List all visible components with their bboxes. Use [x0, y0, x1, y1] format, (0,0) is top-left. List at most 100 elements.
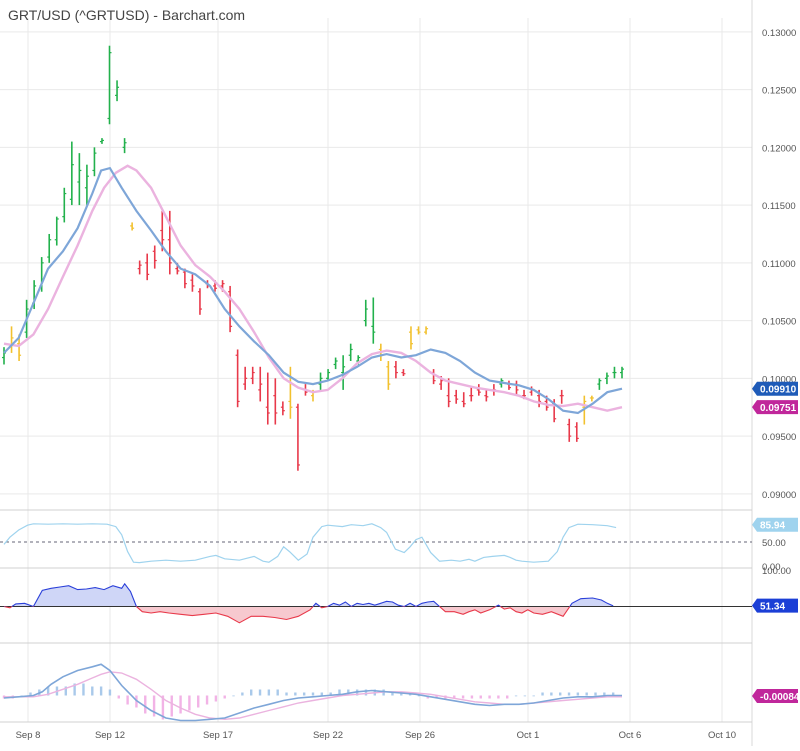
- macd-hist-bar: [152, 695, 156, 717]
- rsi-badge: 51.34: [752, 598, 798, 613]
- macd-hist-bar: [479, 695, 482, 699]
- ohlc-bar: [9, 326, 14, 353]
- x-tick-label: Sep 17: [203, 730, 233, 741]
- ohlc-bar: [250, 366, 255, 385]
- macd-hist-bar: [559, 692, 562, 696]
- ma-slow-line: [3, 164, 623, 412]
- macd-hist-bar: [82, 683, 85, 696]
- ohlc-bar: [265, 372, 270, 425]
- ohlc-bar: [333, 357, 338, 370]
- ohlc-bar: [69, 141, 74, 206]
- macd-hist-bar: [267, 689, 271, 696]
- ohlc-bar: [122, 138, 127, 154]
- ohlc-bar: [228, 285, 233, 333]
- macd-hist-bar: [488, 695, 491, 699]
- ohlc-bar: [280, 401, 285, 416]
- price-tick-label: 0.09500: [762, 432, 796, 443]
- price-tick-label: 0.12000: [762, 143, 796, 154]
- stoch-badge-text: 85.94: [760, 521, 785, 532]
- ohlc-bar: [115, 80, 120, 102]
- macd-hist-bar: [91, 686, 94, 696]
- x-tick-label: Sep 22: [313, 730, 343, 741]
- macd-hist-bar: [567, 692, 571, 696]
- ohlc-bar: [597, 378, 602, 390]
- ohlc-bar: [273, 378, 278, 425]
- x-tick-label: Oct 6: [619, 730, 642, 741]
- ohlc-bar: [469, 387, 474, 402]
- macd-hist-bar: [594, 692, 597, 696]
- macd-hist-bar: [523, 695, 527, 697]
- ohlc-bar: [484, 389, 489, 402]
- ohlc-bar: [401, 369, 406, 377]
- ohlc-bar: [348, 343, 353, 362]
- ohlc-bar: [408, 326, 413, 350]
- ohlc-bar: [190, 274, 195, 292]
- ohlc-bar: [47, 233, 52, 263]
- macd-hist-bar: [108, 689, 112, 696]
- macd-hist-bar: [241, 692, 244, 696]
- chart-svg[interactable]: 0.13000 0.12500 0.12000 0.11500 0.11000 0.105…: [0, 0, 800, 746]
- macd-hist-bar: [576, 692, 580, 696]
- x-tick-label: Sep 12: [95, 730, 125, 741]
- ohlc-bar: [424, 326, 429, 335]
- macd-hist-bar: [99, 686, 103, 696]
- x-tick-label: Sep 8: [16, 730, 41, 741]
- rsi-fill-above: [4, 583, 614, 607]
- ohlc-bar: [476, 384, 481, 396]
- macd-hist-bar: [302, 692, 306, 696]
- macd-line: [3, 663, 622, 722]
- macd-hist-bar: [179, 695, 182, 714]
- macd-hist-bar: [497, 695, 500, 699]
- rsi-badge-text: 51.34: [760, 602, 785, 613]
- ohlc-bar: [197, 288, 202, 315]
- macd-hist-bar: [170, 695, 173, 717]
- macd-hist-bar: [250, 689, 253, 696]
- macd-hist-bar: [550, 692, 553, 696]
- ohlc-bar: [54, 216, 59, 246]
- chart-root: GRT/USD (^GRTUSD) - Barchart.com 0.13000…: [0, 0, 800, 746]
- macd-hist-bar: [532, 695, 535, 697]
- macd-hist-bar: [285, 692, 288, 696]
- macd-hist-bar: [311, 692, 315, 696]
- ohlc-bar: [258, 366, 263, 402]
- macd-hist-bar: [232, 695, 235, 697]
- ohlc-bar: [567, 418, 572, 442]
- ohlc-bar: [612, 366, 617, 379]
- ohlc-bar: [559, 389, 564, 404]
- ohlc-bar: [363, 299, 368, 327]
- macd-hist-bar: [258, 689, 262, 696]
- macd-hist-bar: [506, 695, 509, 699]
- macd-hist-bar: [197, 695, 200, 708]
- stoch-tick-label: 50.00: [762, 538, 786, 549]
- x-tick-label: Sep 26: [405, 730, 435, 741]
- macd-hist-bar: [585, 692, 588, 696]
- macd-hist-bar: [514, 695, 518, 697]
- price-slow-badge-text: 0.09751: [760, 403, 797, 414]
- ohlc-bar: [386, 361, 391, 390]
- macd-hist-bar: [126, 695, 129, 705]
- ohlc-bar: [461, 392, 466, 408]
- ohlc-bar: [514, 380, 519, 396]
- ohlc-bar: [77, 153, 82, 206]
- price-tick-label: 0.11000: [762, 259, 796, 270]
- macd-hist-bar: [541, 692, 544, 696]
- ohlc-bar: [84, 164, 89, 206]
- macd-hist-bar: [470, 695, 474, 699]
- x-tick-label: Oct 1: [517, 730, 540, 741]
- price-slow-badge: 0.09751: [752, 400, 798, 415]
- price-tick-label: 0.11500: [762, 201, 796, 212]
- ohlc-bar: [145, 253, 150, 281]
- ohlc-bar: [506, 380, 511, 390]
- price-tick-label: 0.13000: [762, 28, 796, 39]
- macd-hist-bar: [188, 695, 191, 711]
- macd-hist-bar: [223, 695, 226, 699]
- ohlc-bar: [288, 366, 293, 419]
- ohlc-bar: [431, 369, 436, 385]
- price-fast-badge: 0.09910: [752, 381, 798, 396]
- ohlc-bar: [454, 389, 459, 404]
- x-tick-label: Oct 10: [708, 730, 736, 741]
- ohlc-bar: [2, 347, 6, 365]
- macd-hist-bar: [205, 695, 209, 705]
- price-tick-label: 0.10500: [762, 317, 796, 328]
- macd-hist-bar: [144, 695, 147, 714]
